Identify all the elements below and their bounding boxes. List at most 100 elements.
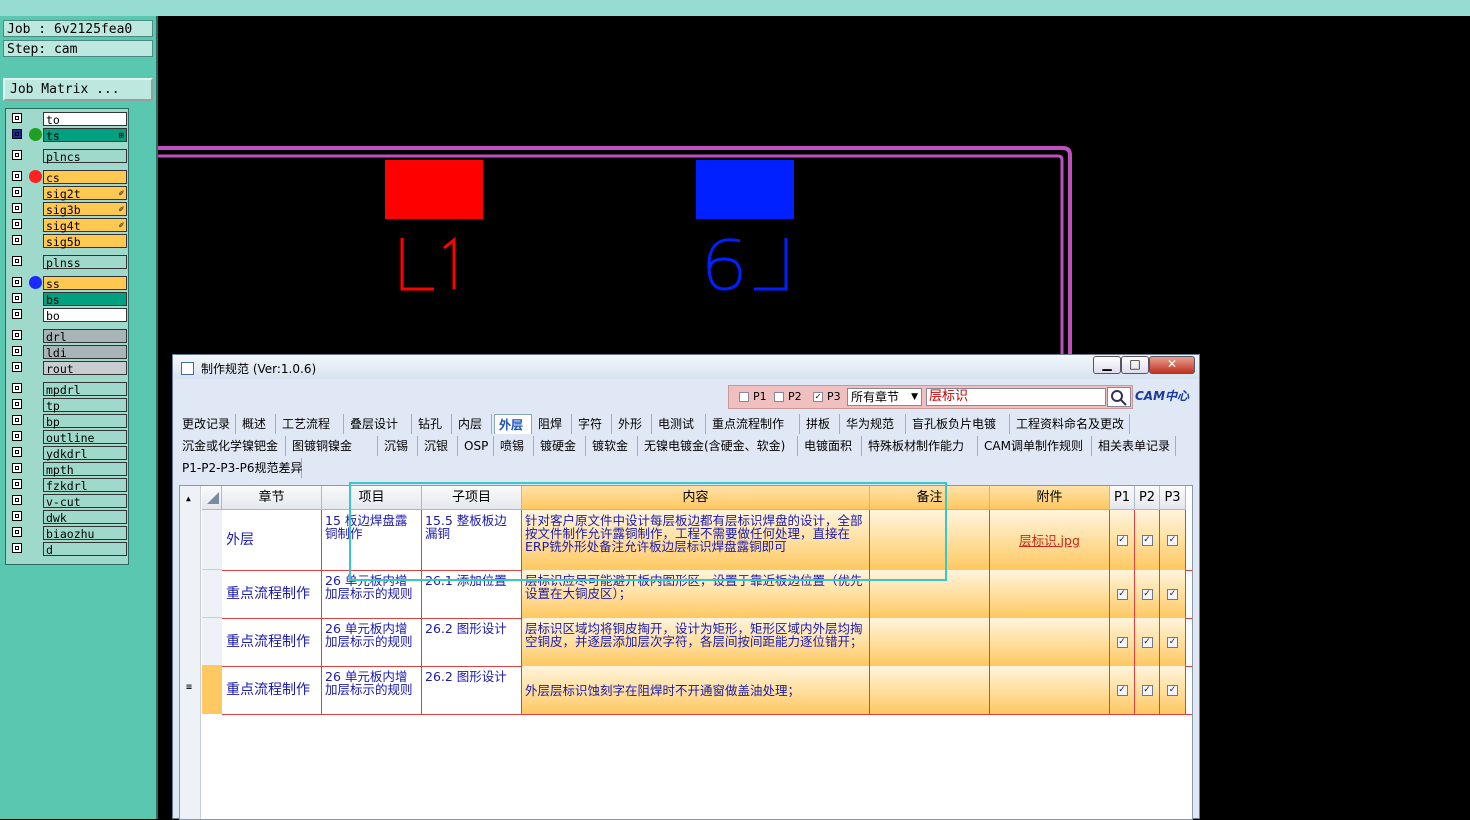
p1-checkbox[interactable]: ✓ [1116, 684, 1128, 696]
layer-checkbox[interactable] [12, 479, 22, 489]
layer-name[interactable]: bo [43, 308, 127, 323]
layer-row-ts[interactable]: ts ⊞ [9, 128, 127, 143]
layer-row-mpdrl[interactable]: mpdrl [9, 382, 127, 397]
tab-tabs_row1-4[interactable]: 钻孔 [414, 414, 452, 434]
tab-tabs_row2-3[interactable]: 沉银 [420, 436, 458, 456]
column-header-chapter[interactable]: 章节 [222, 486, 322, 510]
p3-checkbox[interactable]: ✓ [1167, 534, 1178, 546]
tab-tabs_row1-6[interactable]: 外层 [494, 414, 532, 434]
layer-checkbox[interactable] [12, 543, 22, 553]
p2-checkbox[interactable]: ✓ [1141, 534, 1153, 546]
layer-row-outline[interactable]: outline [9, 430, 127, 445]
tab-tabs_row3-0[interactable]: P1-P2-P3-P6规范差异 [178, 458, 302, 478]
layer-name[interactable]: bp [43, 414, 127, 429]
tab-tabs_row1-14[interactable]: 盲孔板负片电镀 [908, 414, 1010, 434]
layer-checkbox[interactable] [12, 399, 22, 409]
tab-tabs_row1-0[interactable]: 更改记录 [178, 414, 236, 434]
layer-name[interactable]: tp [43, 398, 127, 413]
row-selector[interactable] [202, 510, 222, 570]
tab-tabs_row2-11[interactable]: CAM调单制作规则 [980, 436, 1092, 456]
layer-row-biaozhu[interactable]: biaozhu [9, 526, 127, 541]
layer-row-plncs[interactable]: plncs [9, 149, 127, 164]
layer-row-v-cut[interactable]: v-cut [9, 494, 127, 509]
layer-row-mpth[interactable]: mpth [9, 462, 127, 477]
tab-tabs_row2-8[interactable]: 无镍电镀金(含硬金、软金) [640, 436, 798, 456]
layer-name[interactable]: ts ⊞ [43, 128, 127, 143]
search-button[interactable] [1107, 387, 1131, 407]
layer-row-sig4t[interactable]: sig4t ✐ [9, 218, 127, 233]
layer-checkbox[interactable] [12, 463, 22, 473]
layer-name[interactable]: rout [43, 361, 127, 376]
layer-row-cs[interactable]: cs [9, 170, 127, 185]
tab-tabs_row1-1[interactable]: 概述 [238, 414, 276, 434]
filter-p2-checkbox[interactable] [774, 392, 784, 402]
layer-row-sig2t[interactable]: sig2t ✐ [9, 186, 127, 201]
layer-checkbox[interactable] [12, 415, 22, 425]
layer-name[interactable]: fzkdrl [43, 478, 127, 493]
scroll-up-icon[interactable]: ▲ [186, 494, 191, 503]
layer-row-tp[interactable]: tp [9, 398, 127, 413]
column-header-p1[interactable]: P1 [1110, 486, 1135, 510]
tab-tabs_row2-9[interactable]: 电镀面积 [800, 436, 862, 456]
layer-row-bp[interactable]: bp [9, 414, 127, 429]
vertical-scrollbar[interactable]: ▲ ≡ [180, 486, 201, 819]
layer-name[interactable]: sig2t ✐ [43, 186, 127, 201]
layer-name[interactable]: ss [43, 276, 127, 291]
tab-tabs_row2-6[interactable]: 镀硬金 [536, 436, 586, 456]
tab-tabs_row1-3[interactable]: 叠层设计 [346, 414, 412, 434]
column-header-p2[interactable]: P2 [1135, 486, 1160, 510]
layer-name[interactable]: dwk [43, 510, 127, 525]
column-header-p3[interactable]: P3 [1160, 486, 1186, 510]
layer-checkbox[interactable] [12, 309, 22, 319]
filter-p3-checkbox[interactable]: ✓ [813, 392, 823, 402]
layer-row-sig5b[interactable]: sig5b [9, 234, 127, 249]
layer-checkbox[interactable] [12, 171, 22, 181]
tab-tabs_row2-7[interactable]: 镀软金 [588, 436, 638, 456]
tab-tabs_row2-2[interactable]: 沉锡 [380, 436, 418, 456]
layer-checkbox[interactable] [12, 431, 22, 441]
scroll-thumb-grip-icon[interactable]: ≡ [186, 682, 192, 693]
job-matrix-button[interactable]: Job Matrix ... [3, 78, 153, 101]
tab-tabs_row2-5[interactable]: 喷锡 [496, 436, 534, 456]
p1-checkbox[interactable]: ✓ [1116, 588, 1128, 600]
p3-checkbox[interactable]: ✓ [1167, 684, 1178, 696]
chapter-select[interactable]: 所有章节 ▼ [847, 388, 922, 406]
tab-tabs_row2-12[interactable]: 相关表单记录 [1094, 436, 1176, 456]
layer-name[interactable]: drl [43, 329, 127, 344]
tab-tabs_row1-7[interactable]: 阻焊 [534, 414, 572, 434]
layer-row-to[interactable]: to [9, 112, 127, 127]
p1-checkbox[interactable]: ✓ [1116, 636, 1128, 648]
close-button[interactable]: ✕ [1149, 356, 1195, 374]
tab-tabs_row2-10[interactable]: 特殊板材制作能力 [864, 436, 978, 456]
layer-name[interactable]: biaozhu [43, 526, 127, 541]
layer-checkbox[interactable] [12, 129, 22, 139]
tab-tabs_row1-12[interactable]: 拼板 [802, 414, 840, 434]
layer-row-fzkdrl[interactable]: fzkdrl [9, 478, 127, 493]
p3-checkbox[interactable]: ✓ [1167, 588, 1178, 600]
attachment-link[interactable]: 层标识.jpg [1019, 534, 1080, 547]
tab-tabs_row1-13[interactable]: 华为规范 [842, 414, 906, 434]
column-header-attachment[interactable]: 附件 [990, 486, 1110, 510]
layer-row-bo[interactable]: bo [9, 308, 127, 323]
layer-checkbox[interactable] [12, 187, 22, 197]
tab-tabs_row1-8[interactable]: 字符 [574, 414, 612, 434]
layer-name[interactable]: sig3b ✐ [43, 202, 127, 217]
layer-name[interactable]: v-cut [43, 494, 127, 509]
p2-checkbox[interactable]: ✓ [1141, 684, 1153, 696]
p2-checkbox[interactable]: ✓ [1141, 636, 1153, 648]
layer-name[interactable]: sig4t ✐ [43, 218, 127, 233]
layer-row-ldi[interactable]: ldi [9, 345, 127, 360]
layer-row-plnss[interactable]: plnss [9, 255, 127, 270]
layer-checkbox[interactable] [12, 330, 22, 340]
layer-row-ss[interactable]: ss [9, 276, 127, 291]
layer-name[interactable]: mpth [43, 462, 127, 477]
layer-checkbox[interactable] [12, 383, 22, 393]
layer-row-d[interactable]: d [9, 542, 127, 557]
layer-checkbox[interactable] [12, 511, 22, 521]
layer-checkbox[interactable] [12, 235, 22, 245]
search-input[interactable]: 层标识 [926, 388, 1106, 406]
layer-checkbox[interactable] [12, 346, 22, 356]
tab-tabs_row2-1[interactable]: 图镀铜镍金 [288, 436, 378, 456]
layer-checkbox[interactable] [12, 113, 22, 123]
layer-name[interactable]: bs [43, 292, 127, 307]
